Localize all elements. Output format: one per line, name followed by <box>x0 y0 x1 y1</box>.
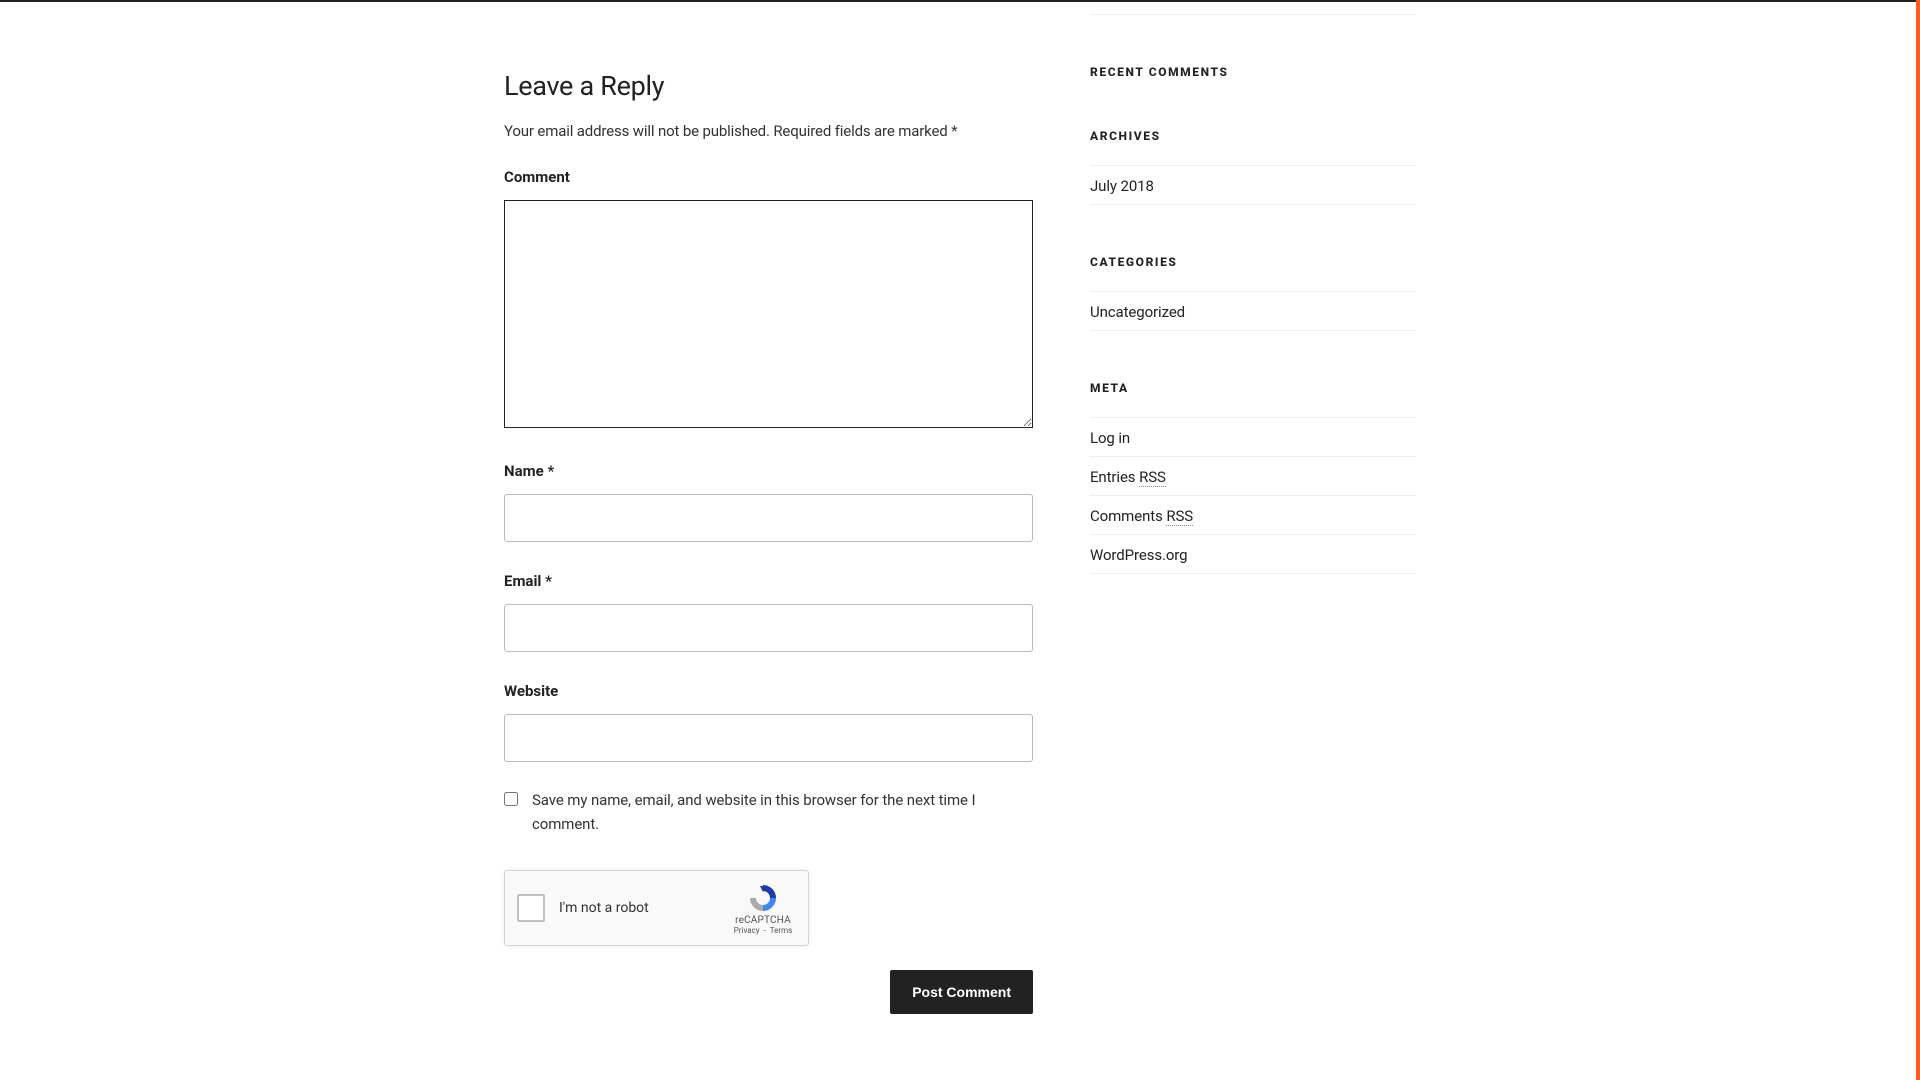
name-required-asterisk: * <box>547 462 554 480</box>
list-item: WordPress.org <box>1090 535 1416 574</box>
save-info-row: Save my name, email, and website in this… <box>504 788 1034 836</box>
recaptcha-label: I'm not a robot <box>559 900 730 916</box>
name-label: Name * <box>504 462 1034 480</box>
list-item: Entries RSS <box>1090 457 1416 496</box>
comments-prefix: Comments <box>1090 507 1166 525</box>
name-label-text: Name <box>504 462 547 480</box>
categories-title: CATEGORIES <box>1090 255 1416 269</box>
email-field-block: Email * <box>504 572 1034 652</box>
website-field-block: Website <box>504 682 1034 762</box>
save-info-checkbox[interactable] <box>504 792 518 806</box>
email-label-text: Email <box>504 572 545 590</box>
post-comment-button[interactable]: Post Comment <box>890 970 1033 1014</box>
recaptcha-checkbox[interactable] <box>517 894 545 922</box>
recaptcha-links: Privacy - Terms <box>733 926 794 935</box>
page-wrap: Leave a Reply Your email address will no… <box>0 2 1920 1014</box>
sidebar-top-divider <box>1090 14 1416 15</box>
comment-form-area: Leave a Reply Your email address will no… <box>504 4 1034 1014</box>
name-field-block: Name * <box>504 462 1034 542</box>
comment-label: Comment <box>504 168 1034 186</box>
name-input[interactable] <box>504 494 1033 542</box>
content-container: Leave a Reply Your email address will no… <box>504 3 1416 1014</box>
recaptcha-terms-link[interactable]: Terms <box>770 926 792 935</box>
list-item: Comments RSS <box>1090 496 1416 535</box>
category-link-uncategorized[interactable]: Uncategorized <box>1090 303 1185 321</box>
recaptcha-privacy-link[interactable]: Privacy <box>734 926 760 935</box>
email-required-asterisk: * <box>545 572 552 590</box>
website-label: Website <box>504 682 1034 700</box>
reply-title: Leave a Reply <box>504 70 1034 102</box>
sidebar: RECENT COMMENTS ARCHIVES July 2018 CATEG… <box>1090 4 1416 1014</box>
entries-prefix: Entries <box>1090 468 1139 486</box>
entries-rss-abbr: RSS <box>1139 468 1166 487</box>
categories-list: Uncategorized <box>1090 291 1416 331</box>
recaptcha-dash: - <box>762 926 768 935</box>
email-input[interactable] <box>504 604 1033 652</box>
comments-rss-abbr: RSS <box>1166 507 1193 526</box>
submit-row: Post Comment <box>504 970 1033 1014</box>
meta-link-entries-rss[interactable]: Entries RSS <box>1090 468 1166 487</box>
notes-part2: Required fields are marked * <box>773 122 957 140</box>
save-info-label: Save my name, email, and website in this… <box>532 788 1034 836</box>
meta-link-comments-rss[interactable]: Comments RSS <box>1090 507 1193 526</box>
archives-list: July 2018 <box>1090 165 1416 205</box>
comment-field-block: Comment <box>504 168 1034 432</box>
recaptcha-badge: reCAPTCHA Privacy - Terms <box>730 882 796 935</box>
notes-part1: Your email address will not be published… <box>504 122 770 140</box>
comment-textarea[interactable] <box>504 200 1033 428</box>
categories-widget: CATEGORIES Uncategorized <box>1090 255 1416 331</box>
list-item: July 2018 <box>1090 166 1416 205</box>
list-item: Uncategorized <box>1090 292 1416 331</box>
recent-comments-title: RECENT COMMENTS <box>1090 65 1416 79</box>
meta-list: Log in Entries RSS Comments RSS WordPres… <box>1090 417 1416 574</box>
website-input[interactable] <box>504 714 1033 762</box>
meta-link-login[interactable]: Log in <box>1090 429 1130 447</box>
form-notes: Your email address will not be published… <box>504 122 1034 140</box>
recent-comments-widget: RECENT COMMENTS <box>1090 65 1416 79</box>
scrollbar-edge[interactable] <box>1916 0 1920 1080</box>
recaptcha-widget: I'm not a robot reCAPTCHA Privacy - Term… <box>504 870 809 946</box>
meta-title: META <box>1090 381 1416 395</box>
meta-widget: META Log in Entries RSS Comments RSS <box>1090 381 1416 574</box>
recaptcha-logo-icon <box>747 882 779 914</box>
archives-title: ARCHIVES <box>1090 129 1416 143</box>
recaptcha-brand: reCAPTCHA <box>735 915 791 926</box>
archive-link-july-2018[interactable]: July 2018 <box>1090 177 1154 195</box>
email-label: Email * <box>504 572 1034 590</box>
list-item: Log in <box>1090 418 1416 457</box>
meta-link-wordpress-org[interactable]: WordPress.org <box>1090 546 1187 564</box>
archives-widget: ARCHIVES July 2018 <box>1090 129 1416 205</box>
